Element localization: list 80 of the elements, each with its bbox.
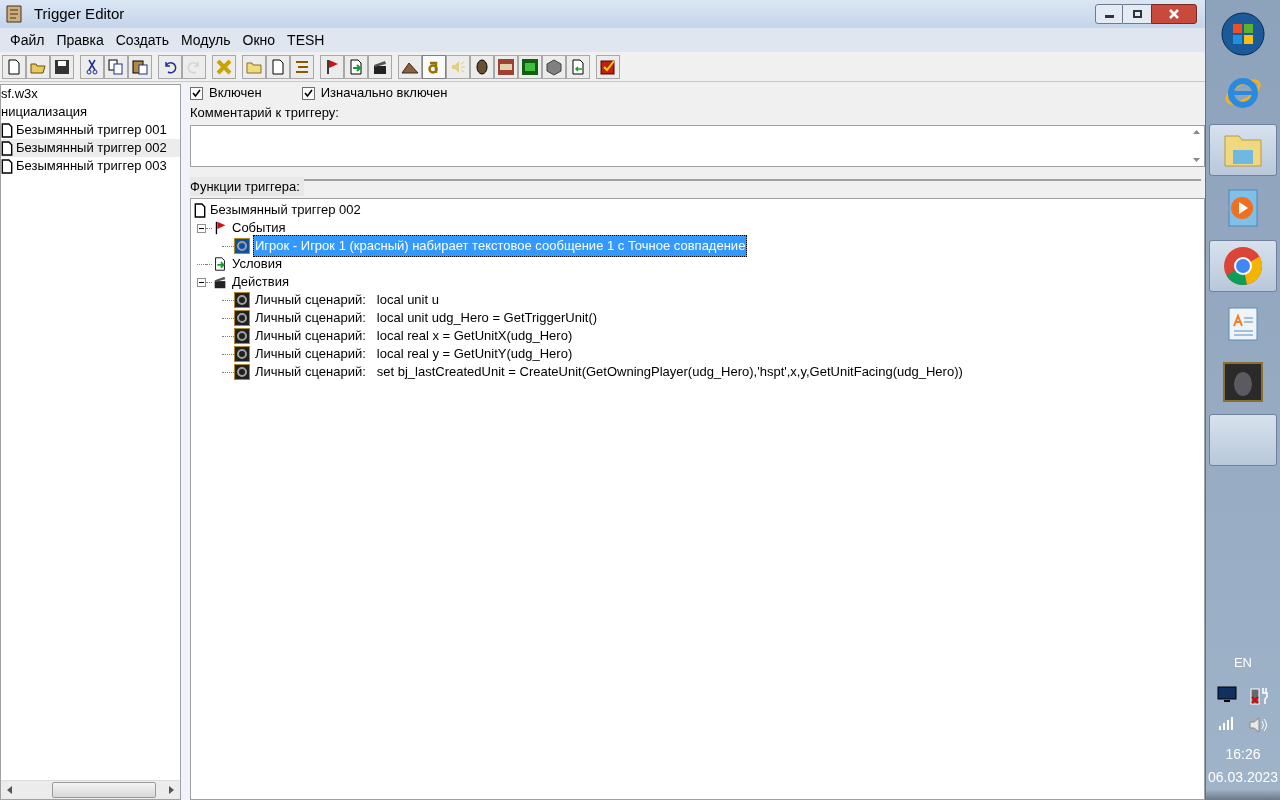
menu-item[interactable]: Окно bbox=[236, 29, 282, 51]
trigger-list-item[interactable]: Безымянный триггер 001 bbox=[1, 121, 180, 139]
cube-icon bbox=[545, 57, 563, 76]
script-code: local unit u bbox=[376, 291, 439, 310]
page-icon bbox=[269, 57, 287, 76]
window-title: Trigger Editor bbox=[34, 3, 125, 24]
action-label[interactable]: Личный сценарий: bbox=[254, 308, 367, 328]
checkbox[interactable] bbox=[190, 86, 203, 100]
x-icon bbox=[215, 57, 233, 76]
page-arrow-icon bbox=[347, 57, 365, 76]
script-code: local real x = GetUnitX(udg_Hero) bbox=[376, 327, 573, 346]
action-label[interactable]: Личный сценарий: bbox=[254, 290, 367, 310]
action-label[interactable]: Личный сценарий: bbox=[254, 326, 367, 346]
monitor-icon[interactable] bbox=[1217, 686, 1237, 703]
script-code: local unit udg_Hero = GetTriggerUnit() bbox=[376, 309, 598, 328]
clapper-icon bbox=[212, 274, 228, 290]
toolbar-button[interactable] bbox=[368, 54, 392, 79]
restore-button[interactable] bbox=[1123, 4, 1151, 24]
panel-icon bbox=[497, 57, 515, 76]
trigger-list-item[interactable]: нициализация bbox=[1, 103, 180, 121]
clipboard-icon bbox=[131, 57, 149, 76]
page-arrow-icon bbox=[212, 256, 228, 272]
scroll-down-icon[interactable] bbox=[1192, 157, 1200, 162]
toolbar-button[interactable] bbox=[80, 54, 104, 79]
scroll-up-icon[interactable] bbox=[1192, 129, 1200, 134]
trigger-list-item[interactable]: Безымянный триггер 002 bbox=[1, 139, 180, 157]
menu-item[interactable]: Модуль bbox=[174, 29, 237, 51]
play-icon[interactable] bbox=[1225, 188, 1261, 228]
menu-item[interactable]: Создать bbox=[109, 29, 175, 51]
collapse-icon[interactable] bbox=[197, 277, 206, 287]
trigger-list-item[interactable]: Безымянный триггер 003 bbox=[1, 157, 180, 175]
scissors-icon bbox=[83, 57, 101, 76]
taskbar-button[interactable] bbox=[1209, 124, 1277, 176]
taskbar-button[interactable] bbox=[1209, 414, 1277, 466]
start-orb-icon[interactable] bbox=[1221, 12, 1265, 56]
comment-label: Комментарий к триггеру: bbox=[190, 104, 340, 122]
checkbox-label: Включен bbox=[209, 84, 262, 103]
script-code: set bj_lastCreatedUnit = CreateUnit(GetOwningPlayer(udg_Hero),'hspt',x,y,GetUnitFacing(udg_Hero)) bbox=[376, 363, 963, 382]
action-label[interactable]: Личный сценарий: bbox=[254, 344, 367, 364]
menu-item[interactable]: TESH bbox=[281, 29, 331, 51]
copy-icon bbox=[107, 57, 125, 76]
toolbar-button[interactable] bbox=[128, 54, 152, 79]
collapse-icon[interactable] bbox=[197, 223, 206, 233]
comment-field[interactable] bbox=[190, 124, 1205, 167]
chrome-icon[interactable] bbox=[1223, 246, 1263, 286]
tree-root[interactable]: Безымянный триггер 002 bbox=[210, 200, 361, 220]
scroll-right-icon[interactable] bbox=[169, 786, 174, 794]
document-icon[interactable] bbox=[1225, 304, 1261, 344]
action-label[interactable]: Личный сценарий: bbox=[254, 362, 367, 382]
tree-node[interactable]: События bbox=[232, 218, 286, 238]
scroll-left-icon[interactable] bbox=[7, 786, 12, 794]
tree-node[interactable]: Условия bbox=[232, 254, 283, 274]
toolbar-button[interactable] bbox=[596, 54, 620, 79]
tree-node[interactable]: Действия bbox=[232, 272, 289, 292]
toolbar-button[interactable] bbox=[542, 54, 566, 79]
menu-item[interactable]: Файл bbox=[4, 29, 51, 51]
horizontal-scrollbar[interactable] bbox=[1, 780, 180, 799]
checkbox-icon bbox=[599, 57, 617, 76]
script-code: local real y = GetUnitY(udg_Hero) bbox=[376, 345, 573, 364]
minimize-button[interactable] bbox=[1095, 4, 1123, 24]
checkbox[interactable] bbox=[301, 86, 315, 100]
toolbar-button[interactable] bbox=[470, 54, 494, 79]
close-icon bbox=[1168, 9, 1180, 19]
toolbar-button[interactable] bbox=[320, 54, 344, 79]
toolbar-button[interactable] bbox=[50, 54, 74, 79]
page-icon bbox=[194, 202, 206, 218]
speaker-icon[interactable] bbox=[1248, 716, 1268, 734]
toolbar-button[interactable] bbox=[518, 54, 542, 79]
close-button[interactable] bbox=[1151, 4, 1197, 24]
checkbox-label: Изначально включен bbox=[320, 84, 448, 103]
functions-label: Функции триггера: bbox=[190, 176, 304, 196]
scroll-thumb[interactable] bbox=[52, 782, 156, 798]
page-icon bbox=[5, 57, 23, 76]
battery-plug-icon[interactable] bbox=[1249, 686, 1269, 706]
page-arrow-icon bbox=[569, 57, 587, 76]
toolbar-button[interactable] bbox=[398, 54, 422, 79]
toolbar-button[interactable] bbox=[158, 54, 182, 79]
menu-item[interactable]: Правка bbox=[50, 29, 110, 51]
trigger-list-item[interactable]: sf.w3x bbox=[1, 85, 180, 103]
taskbar-button[interactable] bbox=[1209, 240, 1277, 292]
